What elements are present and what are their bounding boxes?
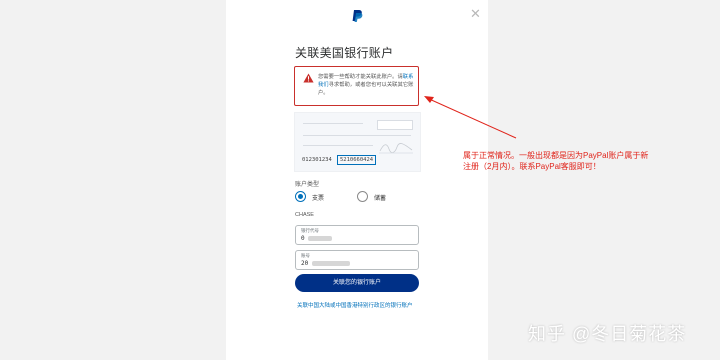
link-bank-account-button[interactable]: 关联您的银行账户 [295,274,419,292]
close-icon[interactable]: ✕ [470,7,481,21]
routing-number-value: 0 [301,235,305,242]
bank-name: CHASE [295,212,314,218]
account-number-field[interactable]: 账号 20 [295,250,419,270]
account-number-label: 账号 [301,253,310,258]
signature-icon [379,143,413,154]
radio-checking-label: 支票 [312,196,325,202]
paypal-logo-icon [352,10,363,22]
routing-number-sample: 012301234 [302,157,332,163]
radio-savings[interactable] [357,191,368,202]
annotation-note: 属于正常情况。一般出现都是因为PayPal账户属于新注册（2月内）。联系PayP… [463,151,649,171]
page-title: 关联美国银行账户 [295,46,394,60]
cheque-illustration: 012301234 5210660424 [294,112,421,172]
warning-icon [303,73,314,83]
link-china-bank-link[interactable]: 关联中国大陆或中国香港特别行政区的银行账户 [297,301,413,309]
account-number-value: 20 [301,260,309,267]
amount-box [377,120,413,130]
radio-checking[interactable] [295,191,306,202]
alert-box: 您需要一些帮助才能关联此账户。请联系我们寻求帮助，或者您也可以关联其它账户。 [294,66,419,106]
routing-number-label: 银行代号 [301,228,319,233]
redacted-value [312,261,350,266]
radio-savings-label: 储蓄 [374,196,387,202]
account-type-label: 账户类型 [295,182,320,188]
redacted-value [308,236,332,241]
account-number-sample: 5210660424 [337,155,377,165]
alert-message: 您需要一些帮助才能关联此账户。请联系我们寻求帮助，或者您也可以关联其它账户。 [318,74,414,96]
watermark: 知乎 @冬日菊花茶 [528,324,687,344]
routing-number-field[interactable]: 银行代号 0 [295,225,419,245]
